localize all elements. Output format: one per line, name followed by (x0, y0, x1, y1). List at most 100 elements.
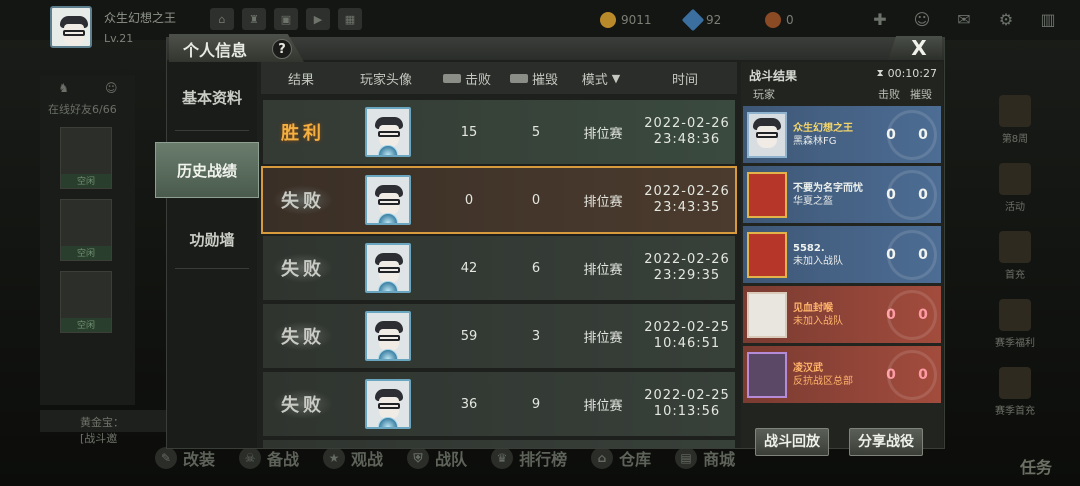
gold-value: 9011 (621, 13, 652, 27)
home-icon[interactable]: ⌂ (210, 8, 234, 30)
more-icon[interactable]: ▦ (338, 8, 362, 30)
time-value: 2022-02-26 23:43:35 (639, 184, 735, 216)
season-reward[interactable]: 赛季福利 (985, 299, 1045, 349)
mode-filter[interactable]: 模式 ▼ (565, 69, 637, 88)
nav-ranking[interactable]: ♛ 排行榜 (491, 446, 567, 470)
header-result: 结果 (287, 72, 314, 88)
time-value: 2022-02-25 10:13:56 (639, 388, 735, 420)
tab-friends[interactable]: ♞ (40, 75, 88, 101)
close-button[interactable]: X (888, 36, 942, 60)
table-row-partial (263, 440, 735, 448)
nav-warehouse[interactable]: ⌂ 仓库 (591, 446, 651, 470)
wrench-icon: ✎ (155, 447, 177, 469)
player-avatar[interactable] (365, 311, 411, 361)
star-icon: ★ (323, 447, 346, 469)
rank-icon[interactable]: ♜ (242, 8, 266, 30)
team-emblem-icon (887, 110, 937, 160)
player-name: 5582. (793, 242, 825, 254)
team-emblem-icon (887, 290, 937, 340)
player-row[interactable]: 凌汉武 反抗战区总部 0 0 (743, 346, 941, 403)
player-avatar[interactable] (365, 175, 411, 225)
player-clan: 黑森林FG (793, 135, 837, 147)
player-row[interactable]: 5582. 未加入战队 0 0 (743, 226, 941, 283)
clock-text: 23:29:35 (653, 268, 721, 283)
history-table: 结果 玩家头像 击败 摧毁 模式 ▼ 时间 胜利 15 5 排位赛 2022-0… (261, 62, 737, 448)
nav-label: 观战 (351, 450, 384, 469)
player-avatar[interactable] (365, 379, 411, 429)
table-row[interactable]: 失败 36 9 排位赛 2022-02-25 10:13:56 (263, 372, 735, 436)
team-emblem-icon (887, 350, 937, 400)
friend-status: 空闲 (61, 174, 111, 188)
tab-history[interactable]: 历史战绩 (155, 142, 259, 198)
mail-icon[interactable]: ✉ (952, 10, 976, 32)
diamond-counter: 92 (681, 8, 721, 32)
shop-icon: ▤ (675, 447, 698, 469)
header-mode-label: 模式 (581, 72, 608, 88)
modal-title: 个人信息 (183, 41, 248, 60)
top-right-icons: ✚ ☺ ✉ ⚙ ▥ (868, 10, 1060, 32)
add-icon[interactable]: ✚ (868, 10, 892, 32)
gold-coin-icon (600, 12, 616, 28)
chest-icon (999, 231, 1031, 263)
player-avatar (747, 171, 787, 218)
table-row[interactable]: 失败 0 0 排位赛 2022-02-26 23:43:35 (261, 166, 737, 234)
friend-card[interactable]: 空闲 (60, 271, 112, 333)
friend-card[interactable]: 空闲 (60, 199, 112, 261)
season-gift-icon (999, 367, 1031, 399)
season-recharge[interactable]: 赛季首充 (985, 367, 1045, 417)
building-icon (509, 73, 528, 83)
header-destroy: 摧毁 (503, 69, 565, 88)
help-button[interactable]: ? (272, 39, 292, 59)
nav-shop[interactable]: ▤ 商城 (675, 446, 735, 470)
result-label: 失败 (273, 389, 333, 419)
table-row[interactable]: 胜利 15 5 排位赛 2022-02-26 23:48:36 (263, 100, 735, 164)
battle-result-title: 战斗结果 (749, 69, 798, 83)
nav-modify[interactable]: ✎ 改装 (155, 446, 215, 470)
friends-icon[interactable]: ☺ (910, 10, 934, 32)
live-icon[interactable]: ▶ (306, 8, 330, 30)
chat-bar[interactable]: 黄金宝：[战斗邀 (40, 410, 170, 445)
archive-icon[interactable]: ▥ (1036, 10, 1060, 32)
player-name: 凌汉武 (793, 362, 823, 374)
tab-basic-info[interactable]: 基本资料 (167, 70, 257, 126)
player-clan: 华夏之盔 (793, 195, 833, 207)
header-time: 时间 (671, 72, 698, 88)
nav-spectate[interactable]: ★ 观战 (323, 446, 383, 470)
table-row[interactable]: 失败 59 3 排位赛 2022-02-25 10:46:51 (263, 304, 735, 368)
nav-label: 战队 (435, 450, 468, 469)
table-row[interactable]: 失败 42 6 排位赛 2022-02-26 23:29:35 (263, 236, 735, 300)
nav-team[interactable]: ⛨ 战队 (407, 446, 467, 470)
nav-label: 改装 (183, 450, 216, 469)
mode-value: 排位赛 (583, 194, 623, 210)
activity[interactable]: 活动 (985, 163, 1045, 213)
week-event[interactable]: 第8周 (985, 95, 1045, 145)
player-avatar (747, 291, 787, 338)
date-text: 2022-02-26 (644, 184, 730, 199)
header-kills-label: 击败 (464, 72, 491, 88)
clock-text: 23:43:35 (653, 200, 721, 215)
task-button[interactable]: 任务 (1020, 454, 1052, 478)
gift-icon[interactable]: ▣ (274, 8, 298, 30)
first-recharge[interactable]: 首充 (985, 231, 1045, 281)
player-row[interactable]: 见血封喉 未加入战队 0 0 (743, 286, 941, 343)
mode-value: 排位赛 (583, 262, 623, 278)
battle-replay-button[interactable]: 战斗回放 (755, 428, 829, 456)
trophy-icon: ♛ (491, 447, 514, 469)
player-row[interactable]: 不要为名字而忧 华夏之盔 0 0 (743, 166, 941, 223)
player-avatar[interactable] (50, 6, 92, 48)
team-emblem-icon (887, 230, 937, 280)
date-text: 2022-02-25 (644, 320, 730, 335)
player-avatar[interactable] (365, 243, 411, 293)
kills-value: 42 (460, 260, 478, 276)
clock-text: 10:46:51 (653, 336, 721, 351)
player-row[interactable]: 众生幻想之王 黑森林FG 0 0 (743, 106, 941, 163)
player-name: 众生幻想之王 (793, 122, 853, 134)
nav-prepare[interactable]: ☠ 备战 (239, 446, 299, 470)
divider (175, 268, 249, 269)
player-avatar[interactable] (365, 107, 411, 157)
share-battle-button[interactable]: 分享战役 (849, 428, 923, 456)
settings-icon[interactable]: ⚙ (994, 10, 1018, 32)
tab-merit-wall[interactable]: 功勋墙 (167, 212, 257, 268)
friend-card[interactable]: 空闲 (60, 127, 112, 189)
tab-contacts[interactable]: ☺ (88, 75, 136, 101)
